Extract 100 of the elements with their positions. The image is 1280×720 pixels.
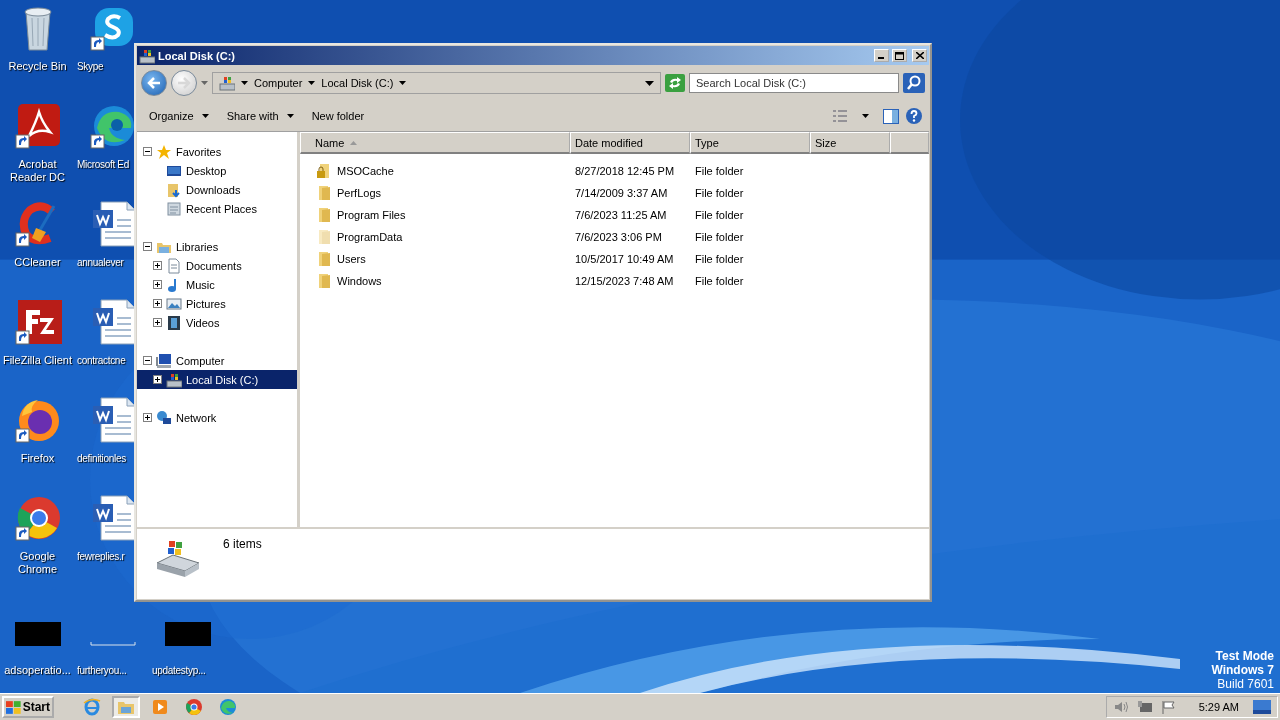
column-header[interactable]: Date modified: [570, 132, 690, 154]
icon-label[interactable]: Acrobat Reader DC: [0, 158, 75, 184]
forward-button[interactable]: [171, 70, 197, 96]
clock[interactable]: 5:29 AM: [1198, 701, 1239, 713]
icon-label[interactable]: furtheryou...: [77, 664, 127, 677]
column-header[interactable]: Size: [810, 132, 890, 154]
maximize-button[interactable]: [892, 49, 907, 62]
chrome-icon: [185, 698, 203, 716]
drive-icon: [139, 47, 155, 64]
browser-icon: [83, 698, 101, 716]
flag-icon[interactable]: [1160, 700, 1177, 714]
collapse-toggle[interactable]: [143, 242, 152, 251]
taskbar-app[interactable]: [112, 696, 140, 718]
search-field[interactable]: Search Local Disk (C:): [689, 73, 899, 93]
table-cell-text: File folder: [694, 187, 745, 199]
icon-label[interactable]: definitionles: [77, 452, 126, 465]
icon-label[interactable]: updatestyp...: [152, 664, 206, 677]
nav-item[interactable]: Documents: [137, 256, 297, 275]
windows-logo-icon: [6, 700, 21, 714]
icon-label[interactable]: fewreplies.r: [77, 550, 125, 563]
pictures-icon: [166, 295, 182, 312]
sort-arrow-icon: [350, 140, 358, 145]
file-name[interactable]: Windows: [337, 275, 382, 287]
refresh-icon[interactable]: [665, 74, 685, 92]
collapse-toggle[interactable]: [143, 147, 152, 156]
toolbar-button[interactable]: Share with: [220, 107, 300, 125]
icon-label[interactable]: contractcne: [77, 354, 126, 367]
network-icon[interactable]: [1136, 700, 1153, 714]
collapse-toggle[interactable]: [143, 356, 152, 365]
minus-icon: [144, 357, 151, 364]
column-header[interactable]: Type: [690, 132, 810, 154]
table-cell-text: File folder: [694, 231, 745, 243]
file-name[interactable]: PerfLogs: [337, 187, 382, 199]
expand-toggle[interactable]: [143, 413, 152, 422]
close-button[interactable]: [912, 49, 927, 62]
icon-label[interactable]: Microsoft Ed: [77, 158, 129, 171]
nav-item[interactable]: Libraries: [137, 237, 297, 256]
breadcrumb[interactable]: Computer: [254, 77, 303, 89]
nav-item[interactable]: Videos: [137, 313, 297, 332]
plus-icon: [154, 262, 161, 269]
nav-item[interactable]: Music: [137, 275, 297, 294]
caret-icon: [862, 114, 869, 118]
table-cell-text: 7/6/2023 11:25 AM: [574, 209, 668, 221]
toolbar-button[interactable]: New folder: [305, 107, 371, 125]
breadcrumb[interactable]: Local Disk (C:): [321, 77, 394, 89]
column-header[interactable]: Name: [300, 132, 570, 154]
caret-icon: [201, 114, 209, 118]
nav-item[interactable]: Recent Places: [137, 199, 297, 218]
file-name[interactable]: Program Files: [337, 209, 406, 221]
address-bar[interactable]: Computer Local Disk (C:): [212, 72, 661, 94]
file-name[interactable]: Users: [337, 253, 366, 265]
icon-label[interactable]: Skype: [77, 60, 104, 73]
expand-toggle[interactable]: [153, 299, 162, 308]
minus-icon: [144, 243, 151, 250]
file-name[interactable]: MSOCache: [337, 165, 394, 177]
computer-icon: [156, 352, 172, 369]
plus-icon: [154, 376, 161, 383]
os-mode-text: Windows 7: [1211, 663, 1274, 677]
nav-item[interactable]: Desktop: [137, 161, 297, 180]
recent-places-icon: [166, 200, 182, 217]
window-title: Local Disk (C:): [158, 49, 236, 62]
edge-icon: [219, 698, 237, 716]
back-button[interactable]: [141, 70, 167, 96]
nav-item[interactable]: Local Disk (C:): [137, 370, 297, 389]
table-cell-text: File folder: [694, 165, 745, 177]
file-name[interactable]: ProgramData: [337, 231, 403, 243]
caret-icon: [645, 80, 654, 86]
toolbar-button[interactable]: Organize: [143, 107, 215, 125]
nav-item[interactable]: Computer: [137, 351, 297, 370]
search-icon[interactable]: [903, 73, 925, 93]
document-icon: [166, 257, 182, 274]
folder-icon: [166, 181, 182, 198]
nav-item[interactable]: Downloads: [137, 180, 297, 199]
forward-arrow-icon: [177, 77, 191, 89]
icon-label[interactable]: FileZilla Client: [2, 354, 73, 367]
nav-item[interactable]: Favorites: [137, 142, 297, 161]
help-icon[interactable]: [905, 107, 923, 125]
icon-label[interactable]: annualever: [77, 256, 124, 269]
start-button[interactable]: Start: [2, 696, 54, 718]
plus-icon: [154, 300, 161, 307]
expand-toggle[interactable]: [153, 261, 162, 270]
icon-label[interactable]: Recycle Bin: [8, 60, 67, 73]
table-cell-text: File folder: [694, 253, 745, 265]
expand-toggle[interactable]: [153, 280, 162, 289]
table-cell-text: 8/27/2018 12:45 PM: [574, 165, 676, 177]
expand-toggle[interactable]: [153, 318, 162, 327]
icon-label[interactable]: Google Chrome: [0, 550, 75, 576]
expand-toggle[interactable]: [153, 375, 162, 384]
drive-icon: [166, 371, 182, 388]
icon-label[interactable]: CCleaner: [14, 256, 61, 269]
nav-item[interactable]: Network: [137, 408, 297, 427]
media-player-icon: [151, 698, 169, 716]
minimize-button[interactable]: [874, 49, 889, 62]
preview-pane-icon[interactable]: [883, 108, 899, 124]
network-icon: [156, 409, 172, 426]
table-cell-text: 10/5/2017 10:49 AM: [574, 253, 675, 265]
icon-label[interactable]: adsoperatio...: [4, 664, 71, 677]
nav-item[interactable]: Pictures: [137, 294, 297, 313]
table-cell-text: File folder: [694, 209, 745, 221]
icon-label[interactable]: Firefox: [20, 452, 55, 465]
